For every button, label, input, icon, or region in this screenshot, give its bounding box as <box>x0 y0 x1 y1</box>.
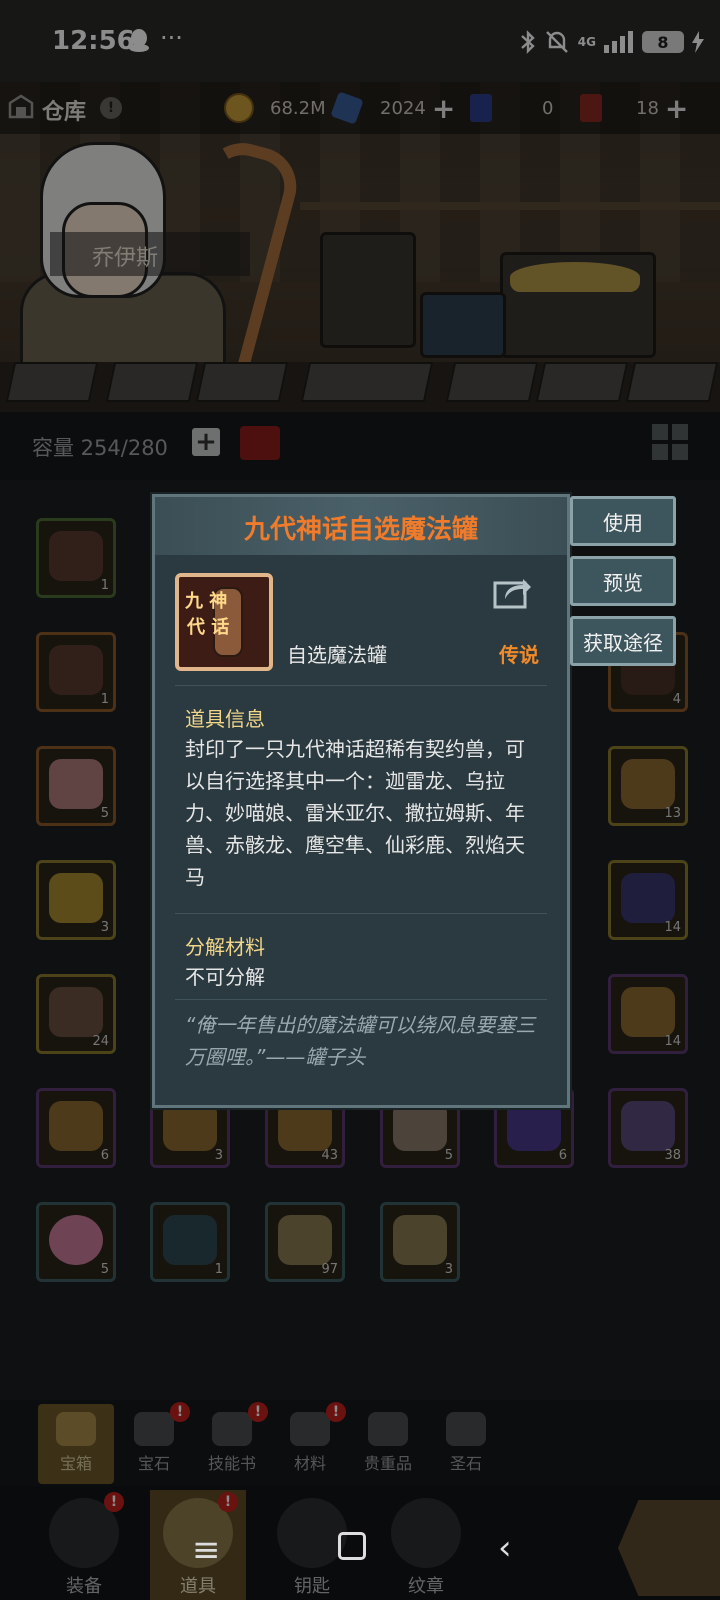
source-button[interactable]: 获取途径 <box>570 616 676 666</box>
share-icon[interactable] <box>493 573 533 609</box>
preview-button[interactable]: 预览 <box>570 556 676 606</box>
item-detail-popup: 九代神话自选魔法罐 九 神 代 话 自选魔法罐 传说 道具信息 封印了一只九代神… <box>152 494 570 1108</box>
item-icon-text: 九 神 <box>185 591 228 612</box>
popup-title: 九代神话自选魔法罐 <box>243 515 478 545</box>
item-name: 自选魔法罐 <box>287 643 387 667</box>
rarity-label: 传说 <box>499 643 539 667</box>
divider <box>175 999 547 1000</box>
back-icon[interactable]: ‹ <box>498 1528 512 1568</box>
item-icon: 九 神 代 话 <box>175 573 273 671</box>
home-icon[interactable] <box>338 1532 366 1560</box>
divider <box>175 913 547 914</box>
use-button[interactable]: 使用 <box>570 496 676 546</box>
decompose-title: 分解材料 <box>185 935 265 959</box>
decompose-body: 不可分解 <box>185 965 265 989</box>
info-title: 道具信息 <box>185 707 265 731</box>
menu-icon[interactable]: ≡ <box>192 1530 221 1570</box>
flavor-quote: “俺一年售出的魔法罐可以绕风息要塞三万圈哩。”——罐子头 <box>185 1013 536 1069</box>
info-body: 封印了一只九代神话超稀有契约兽，可以自行选择其中一个：迦雷龙、乌拉力、妙喵娘、雷… <box>185 737 525 889</box>
divider <box>175 685 547 686</box>
item-icon-text: 代 话 <box>187 617 230 638</box>
